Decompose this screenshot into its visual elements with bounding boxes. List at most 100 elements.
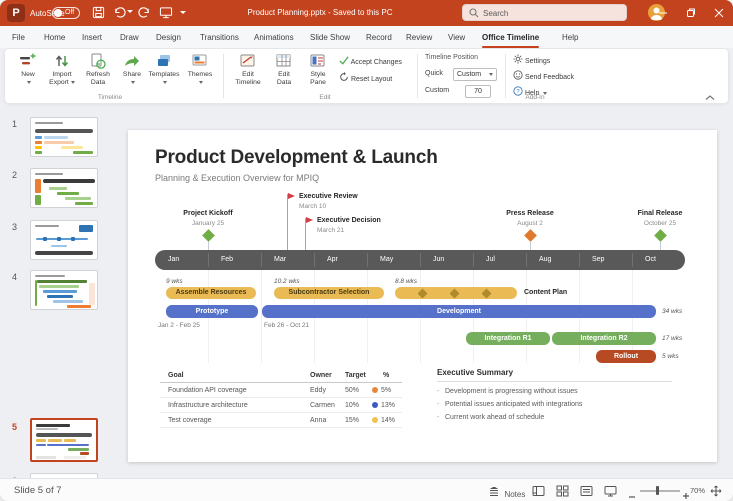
zoom-slider-track[interactable] xyxy=(640,490,680,492)
undo-icon[interactable] xyxy=(113,6,126,24)
minimize-button[interactable] xyxy=(649,0,677,26)
save-icon[interactable] xyxy=(92,6,105,24)
slide-subtitle[interactable]: Planning & Execution Overview for MPIQ xyxy=(155,173,319,183)
restore-button[interactable] xyxy=(677,0,705,26)
milestone-name[interactable]: Executive Review xyxy=(299,193,358,200)
tab-animations[interactable]: Animations xyxy=(254,30,294,45)
edit-group-label: Edit xyxy=(319,94,331,101)
slideshow-button[interactable] xyxy=(604,484,617,501)
task-bar-subcontractor-selection[interactable]: Subcontractor Selection xyxy=(274,287,384,299)
status-dot-yellow xyxy=(372,416,378,423)
milestone-name[interactable]: Press Release xyxy=(485,210,575,217)
milestone-name[interactable]: Final Release xyxy=(615,210,705,217)
slide-thumbnail-1[interactable] xyxy=(30,117,98,157)
col-goal: Goal xyxy=(168,372,184,379)
task-bar-prototype[interactable]: Prototype xyxy=(166,305,258,318)
bar-date-range: Jan 2 - Feb 25 xyxy=(158,322,200,329)
send-feedback-button[interactable]: Send Feedback xyxy=(513,70,574,81)
new-timeline-button[interactable]: New xyxy=(11,52,45,87)
green-diamond-milestone-icon[interactable] xyxy=(653,229,667,242)
tab-home[interactable]: Home xyxy=(44,30,65,45)
accept-changes-button[interactable]: Accept Changes xyxy=(339,56,402,66)
slide-title[interactable]: Product Development & Launch xyxy=(155,147,438,169)
zoom-out-button[interactable] xyxy=(628,488,636,501)
present-display-icon[interactable] xyxy=(159,6,173,24)
search-input[interactable]: Search xyxy=(462,4,627,21)
style-pane-button[interactable]: Style Pane xyxy=(301,52,335,87)
quick-access-dropdown-icon[interactable] xyxy=(180,11,186,14)
notes-button[interactable]: Notes xyxy=(488,484,525,501)
timeline-group-label: Timeline xyxy=(97,94,123,101)
search-icon xyxy=(469,8,479,20)
task-bar-rollout[interactable]: Rollout xyxy=(596,350,656,363)
red-flag-milestone-icon[interactable] xyxy=(306,217,313,223)
import-export-button[interactable]: Import Export xyxy=(45,52,79,87)
milestone-date: March 10 xyxy=(299,203,327,210)
task-bar-integration-r1[interactable]: Integration R1 xyxy=(466,332,550,345)
duration-label: 10.2 wks xyxy=(274,278,300,285)
tab-insert[interactable]: Insert xyxy=(82,30,102,45)
target-cell: 50% xyxy=(345,387,360,394)
tab-draw[interactable]: Draw xyxy=(120,30,139,45)
tab-view[interactable]: View xyxy=(448,30,465,45)
reset-layout-button[interactable]: Reset Layout xyxy=(339,72,392,83)
duration-label: 34 wks xyxy=(662,308,683,315)
month-label: Jun xyxy=(433,256,445,263)
green-diamond-milestone-icon[interactable] xyxy=(201,229,215,242)
executive-summary[interactable]: Executive Summary Development is progres… xyxy=(437,368,672,421)
timeline-position-label: Timeline Position xyxy=(425,54,479,61)
slide-thumbnail-3[interactable] xyxy=(30,220,98,260)
quick-position-select[interactable]: Custom xyxy=(453,68,497,81)
task-bar-content-plan[interactable] xyxy=(395,287,517,299)
zoom-level[interactable]: 70% xyxy=(690,486,705,495)
refresh-data-button[interactable]: Refresh Data xyxy=(81,52,115,87)
tab-help[interactable]: Help xyxy=(562,30,578,45)
share-button[interactable]: Share xyxy=(115,52,149,87)
autosave-toggle[interactable]: Off xyxy=(52,7,80,19)
redo-icon[interactable] xyxy=(138,6,151,24)
tab-file[interactable]: File xyxy=(12,30,25,45)
task-bar-assemble-resources[interactable]: Assemble Resources xyxy=(166,287,256,299)
tab-transitions[interactable]: Transitions xyxy=(200,30,239,45)
milestone-name[interactable]: Executive Decision xyxy=(317,217,381,224)
content-plan-label[interactable]: Content Plan xyxy=(524,289,567,296)
table-row: Infrastructure architecture Carmen 10% 1… xyxy=(160,398,402,413)
task-bar-development[interactable]: Development xyxy=(262,305,656,318)
task-bar-integration-r2[interactable]: Integration R2 xyxy=(552,332,656,345)
custom-position-input[interactable]: 70 xyxy=(465,85,491,98)
goals-table[interactable]: Goal Owner Target % Foundation API cover… xyxy=(160,368,402,428)
slide-5[interactable]: Product Development & Launch Planning & … xyxy=(128,130,717,462)
edit-timeline-icon xyxy=(231,52,265,71)
title-bar: P AutoSave Off Product Planning.pptx - S… xyxy=(0,0,733,26)
slide-thumbnail-2[interactable] xyxy=(30,168,98,208)
tab-review[interactable]: Review xyxy=(406,30,432,45)
quick-dropdown-icon xyxy=(489,73,493,76)
band-separator xyxy=(579,253,580,267)
undo-dropdown-icon[interactable] xyxy=(127,10,133,13)
slide-sorter-button[interactable] xyxy=(556,484,569,501)
orange-diamond-milestone-icon[interactable] xyxy=(523,229,537,242)
templates-button[interactable]: Templates xyxy=(147,52,181,87)
normal-view-button[interactable] xyxy=(532,484,545,501)
tab-design[interactable]: Design xyxy=(156,30,181,45)
edit-timeline-button[interactable]: Edit Timeline xyxy=(231,52,265,87)
slide-thumbnail-5-selected[interactable] xyxy=(30,418,98,462)
gridline xyxy=(261,270,262,363)
zoom-slider-handle[interactable] xyxy=(656,486,659,495)
band-separator xyxy=(208,253,209,267)
reading-view-button[interactable] xyxy=(580,484,593,501)
timeline-band[interactable]: Jan Feb Mar Apr May Jun Jul Aug Sep Oct xyxy=(155,250,685,270)
share-dropdown-icon xyxy=(131,80,135,84)
zoom-in-button[interactable] xyxy=(682,487,690,501)
slide-thumbnail-4[interactable] xyxy=(30,270,98,310)
tab-record[interactable]: Record xyxy=(366,30,392,45)
edit-data-button[interactable]: Edit Data xyxy=(267,52,301,87)
close-button[interactable] xyxy=(705,0,733,26)
themes-button[interactable]: Themes xyxy=(183,52,217,87)
red-flag-milestone-icon[interactable] xyxy=(288,193,295,199)
tab-office-timeline[interactable]: Office Timeline xyxy=(482,30,540,48)
milestone-name[interactable]: Project Kickoff xyxy=(163,210,253,217)
settings-button[interactable]: Settings xyxy=(513,54,550,65)
tab-slide-show[interactable]: Slide Show xyxy=(310,30,350,45)
fit-to-window-button[interactable] xyxy=(710,484,722,501)
